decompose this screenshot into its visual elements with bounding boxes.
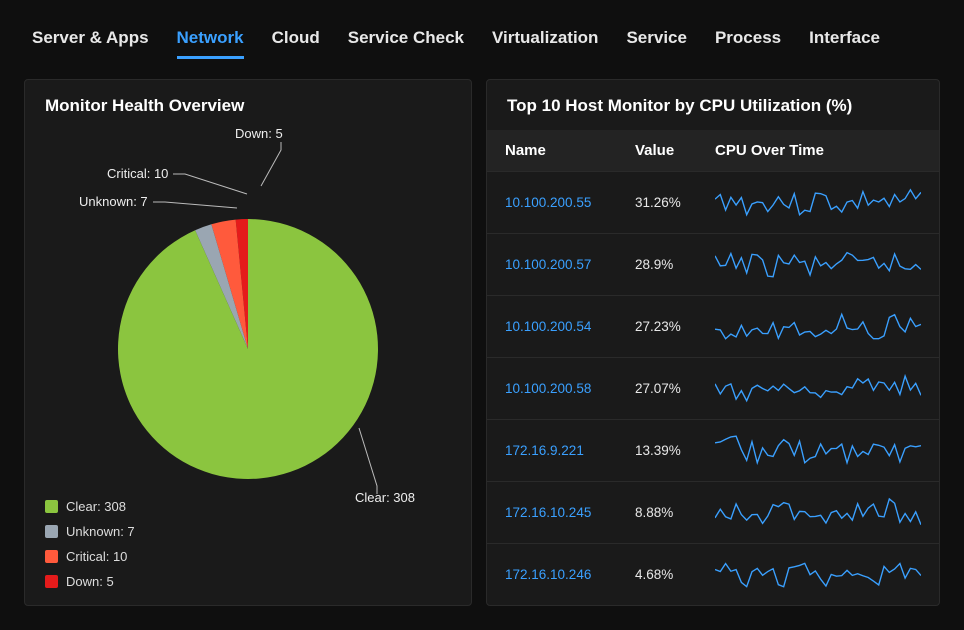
sparkline: [715, 494, 921, 528]
col-value: Value: [635, 142, 705, 159]
host-value: 13.39%: [635, 443, 705, 458]
table-row: 10.100.200.57 28.9%: [487, 233, 939, 295]
panel-health-title: Monitor Health Overview: [25, 80, 471, 130]
host-table: Name Value CPU Over Time 10.100.200.55 31…: [487, 130, 939, 605]
pie-chart: [108, 209, 388, 489]
host-table-header: Name Value CPU Over Time: [487, 130, 939, 171]
host-spark-cell: [715, 432, 921, 469]
host-spark-cell: [715, 370, 921, 407]
legend-swatch: [45, 550, 58, 563]
host-value: 8.88%: [635, 505, 705, 520]
legend-item[interactable]: Clear: 308: [45, 499, 135, 514]
legend-label: Clear: 308: [66, 499, 126, 514]
callout-down: Down: 5: [235, 126, 283, 141]
callout-unknown: Unknown: 7: [79, 194, 148, 209]
legend-item[interactable]: Down: 5: [45, 574, 135, 589]
legend-swatch: [45, 575, 58, 588]
host-link[interactable]: 172.16.9.221: [505, 443, 625, 458]
table-row: 10.100.200.58 27.07%: [487, 357, 939, 419]
sparkline: [715, 432, 921, 466]
sparkline: [715, 556, 921, 590]
tab-cloud[interactable]: Cloud: [272, 28, 320, 59]
host-value: 4.68%: [635, 567, 705, 582]
callout-critical: Critical: 10: [107, 166, 168, 181]
host-link[interactable]: 10.100.200.57: [505, 257, 625, 272]
tab-interface[interactable]: Interface: [809, 28, 880, 59]
panel-health: Monitor Health Overview Down: 5 Critical…: [24, 79, 472, 606]
sparkline: [715, 246, 921, 280]
host-spark-cell: [715, 494, 921, 531]
tab-service-check[interactable]: Service Check: [348, 28, 464, 59]
callout-clear: Clear: 308: [355, 490, 415, 505]
tab-network[interactable]: Network: [177, 28, 244, 59]
legend-label: Critical: 10: [66, 549, 127, 564]
host-spark-cell: [715, 184, 921, 221]
legend-swatch: [45, 525, 58, 538]
legend-item[interactable]: Unknown: 7: [45, 524, 135, 539]
host-link[interactable]: 10.100.200.55: [505, 195, 625, 210]
host-link[interactable]: 172.16.10.246: [505, 567, 625, 582]
host-value: 27.23%: [635, 319, 705, 334]
tab-virtualization[interactable]: Virtualization: [492, 28, 598, 59]
host-value: 31.26%: [635, 195, 705, 210]
sparkline: [715, 184, 921, 218]
table-row: 10.100.200.55 31.26%: [487, 171, 939, 233]
table-row: 172.16.10.245 8.88%: [487, 481, 939, 543]
panels-row: Monitor Health Overview Down: 5 Critical…: [0, 69, 964, 630]
host-value: 27.07%: [635, 381, 705, 396]
legend-label: Down: 5: [66, 574, 114, 589]
host-table-body: 10.100.200.5531.26%10.100.200.5728.9%10.…: [487, 171, 939, 605]
host-spark-cell: [715, 556, 921, 593]
host-link[interactable]: 10.100.200.54: [505, 319, 625, 334]
host-link[interactable]: 10.100.200.58: [505, 381, 625, 396]
legend-item[interactable]: Critical: 10: [45, 549, 135, 564]
panel-hosts: Top 10 Host Monitor by CPU Utilization (…: [486, 79, 940, 606]
host-link[interactable]: 172.16.10.245: [505, 505, 625, 520]
sparkline: [715, 370, 921, 404]
pie-chart-area: Down: 5 Critical: 10 Unknown: 7 Clear: 3…: [25, 130, 471, 605]
col-spark: CPU Over Time: [715, 142, 921, 159]
host-spark-cell: [715, 246, 921, 283]
tab-process[interactable]: Process: [715, 28, 781, 59]
tab-service[interactable]: Service: [626, 28, 687, 59]
host-value: 28.9%: [635, 257, 705, 272]
host-spark-cell: [715, 308, 921, 345]
table-row: 10.100.200.54 27.23%: [487, 295, 939, 357]
tabs-bar: Server & Apps Network Cloud Service Check Vi…: [0, 0, 964, 69]
pie-legend: Clear: 308 Unknown: 7 Critical: 10 Down: 5: [45, 499, 135, 589]
tab-server-apps[interactable]: Server & Apps: [32, 28, 149, 59]
panel-hosts-title: Top 10 Host Monitor by CPU Utilization (…: [487, 80, 939, 130]
legend-label: Unknown: 7: [66, 524, 135, 539]
table-row: 172.16.9.221 13.39%: [487, 419, 939, 481]
col-name: Name: [505, 142, 625, 159]
table-row: 172.16.10.246 4.68%: [487, 543, 939, 605]
sparkline: [715, 308, 921, 342]
legend-swatch: [45, 500, 58, 513]
